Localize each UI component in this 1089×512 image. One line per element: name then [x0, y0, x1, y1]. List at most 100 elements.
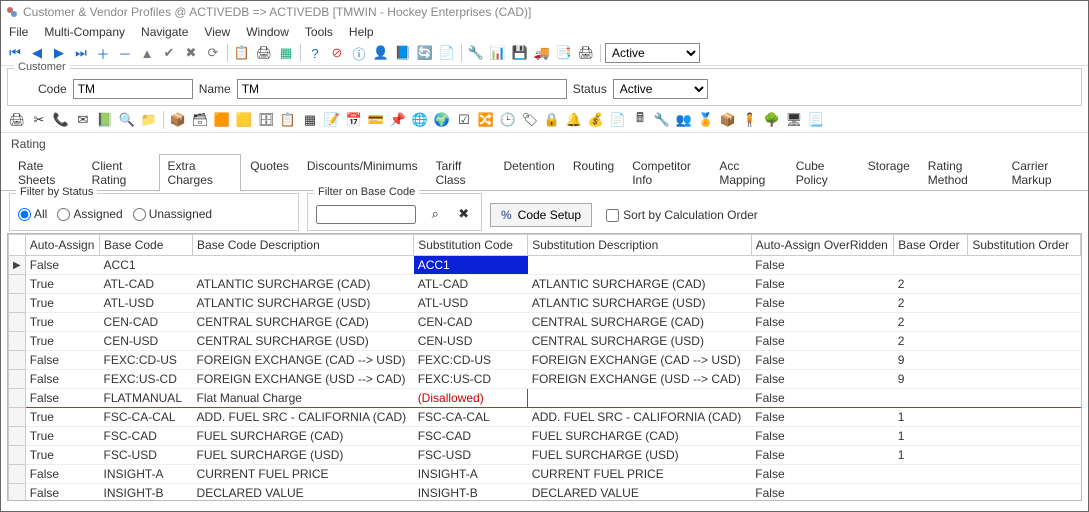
- tools-icon[interactable]: 🔧: [466, 43, 486, 63]
- table-row[interactable]: TrueFSC-CADFUEL SURCHARGE (CAD)FSC-CADFU…: [9, 427, 1081, 446]
- tab-storage[interactable]: Storage: [859, 154, 919, 191]
- grid-icon[interactable]: ▦: [300, 110, 320, 130]
- search-icon[interactable]: 🔍: [117, 110, 137, 130]
- screen-icon[interactable]: 🖥: [784, 110, 804, 130]
- calc-icon[interactable]: 🖩: [630, 110, 650, 130]
- report-icon[interactable]: 📑: [554, 43, 574, 63]
- clipboard-icon[interactable]: 📄: [437, 43, 457, 63]
- tab-rating-method[interactable]: Rating Method: [919, 154, 1003, 191]
- book2-icon[interactable]: 📗: [95, 110, 115, 130]
- table-row[interactable]: TrueFSC-CA-CALADD. FUEL SRC - CALIFORNIA…: [9, 408, 1081, 427]
- tab-cube-policy[interactable]: Cube Policy: [787, 154, 859, 191]
- remove-icon[interactable]: －: [115, 43, 135, 63]
- tab-acc-mapping[interactable]: Acc Mapping: [710, 154, 786, 191]
- edit-icon[interactable]: ▲: [137, 43, 157, 63]
- extra-charges-grid[interactable]: Auto-AssignBase CodeBase Code Descriptio…: [8, 234, 1081, 501]
- filter-base-input[interactable]: [316, 205, 416, 224]
- radio-all[interactable]: All: [18, 207, 47, 221]
- table-row[interactable]: TrueATL-USDATLANTIC SURCHARGE (USD)ATL-U…: [9, 294, 1081, 313]
- table-row[interactable]: FalseINSIGHT-BDECLARED VALUEINSIGHT-BDEC…: [9, 484, 1081, 502]
- code-input[interactable]: [73, 79, 193, 99]
- tab-carrier-markup[interactable]: Carrier Markup: [1003, 154, 1088, 191]
- copy-icon[interactable]: 📋: [232, 43, 252, 63]
- table-row[interactable]: TrueFSC-USDFUEL SURCHARGE (USD)FSC-USDFU…: [9, 446, 1081, 465]
- col-base-code[interactable]: Base Code: [100, 235, 193, 256]
- menu-window[interactable]: Window: [246, 25, 289, 39]
- menu-navigate[interactable]: Navigate: [141, 25, 188, 39]
- refresh-icon[interactable]: ⟳: [203, 43, 223, 63]
- status-combo[interactable]: Active: [613, 79, 708, 99]
- filter-apply-icon[interactable]: ⌕: [426, 204, 445, 224]
- col-auto-assign-overridden[interactable]: Auto-Assign OverRidden: [751, 235, 893, 256]
- tree-icon[interactable]: 🌳: [762, 110, 782, 130]
- col-substitution-description[interactable]: Substitution Description: [528, 235, 752, 256]
- radio-unassigned[interactable]: Unassigned: [133, 207, 212, 221]
- col-base-order[interactable]: Base Order: [894, 235, 968, 256]
- box5-icon[interactable]: 📦: [718, 110, 738, 130]
- help-icon[interactable]: ?: [305, 43, 325, 63]
- table-row[interactable]: FalseFEXC:US-CDFOREIGN EXCHANGE (USD -->…: [9, 370, 1081, 389]
- tab-extra-charges[interactable]: Extra Charges: [159, 154, 242, 191]
- user2-icon[interactable]: 🧍: [740, 110, 760, 130]
- clock-icon[interactable]: 🕒: [498, 110, 518, 130]
- col-auto-assign[interactable]: Auto-Assign: [25, 235, 99, 256]
- next-record-icon[interactable]: ▶: [49, 43, 69, 63]
- table-row[interactable]: ▶FalseACC1ACC1False: [9, 256, 1081, 275]
- table-row[interactable]: TrueCEN-CADCENTRAL SURCHARGE (CAD)CEN-CA…: [9, 313, 1081, 332]
- tab-tariff-class[interactable]: Tariff Class: [427, 154, 495, 191]
- doc2-icon[interactable]: 📃: [806, 110, 826, 130]
- menu-help[interactable]: Help: [349, 25, 374, 39]
- money-icon[interactable]: 💰: [586, 110, 606, 130]
- refresh2-icon[interactable]: 🔄: [415, 43, 435, 63]
- page-icon[interactable]: 📄: [608, 110, 628, 130]
- flow-icon[interactable]: 🔀: [476, 110, 496, 130]
- wrench-icon[interactable]: 🔧: [652, 110, 672, 130]
- tag-icon[interactable]: 🏷: [520, 110, 540, 130]
- note-icon[interactable]: 📝: [322, 110, 342, 130]
- list-icon[interactable]: 📋: [278, 110, 298, 130]
- monitor-icon[interactable]: ▦: [276, 43, 296, 63]
- last-record-icon[interactable]: ⏭: [71, 43, 91, 63]
- envelope-icon[interactable]: ✉: [73, 110, 93, 130]
- table-row[interactable]: FalseFEXC:CD-USFOREIGN EXCHANGE (CAD -->…: [9, 351, 1081, 370]
- bell-icon[interactable]: 🔔: [564, 110, 584, 130]
- badge-icon[interactable]: 🏅: [696, 110, 716, 130]
- globe-icon[interactable]: 🌐: [410, 110, 430, 130]
- cut-icon[interactable]: ✂: [29, 110, 49, 130]
- db-icon[interactable]: 🗄: [256, 110, 276, 130]
- phone-icon[interactable]: 📞: [51, 110, 71, 130]
- export-icon[interactable]: 💾: [510, 43, 530, 63]
- menu-view[interactable]: View: [204, 25, 230, 39]
- table-row[interactable]: TrueATL-CADATLANTIC SURCHARGE (CAD)ATL-C…: [9, 275, 1081, 294]
- col-base-code-description[interactable]: Base Code Description: [193, 235, 414, 256]
- book-icon[interactable]: 📘: [393, 43, 413, 63]
- table-row[interactable]: FalseFLATMANUALFlat Manual Charge(Disall…: [9, 389, 1081, 408]
- chart-icon[interactable]: 📊: [488, 43, 508, 63]
- lock-icon[interactable]: 🔒: [542, 110, 562, 130]
- box1-icon[interactable]: 📦: [168, 110, 188, 130]
- table-row[interactable]: TrueCEN-USDCENTRAL SURCHARGE (USD)CEN-US…: [9, 332, 1081, 351]
- col-substitution-code[interactable]: Substitution Code: [414, 235, 528, 256]
- card-icon[interactable]: 💳: [366, 110, 386, 130]
- calendar-icon[interactable]: 📅: [344, 110, 364, 130]
- pin-icon[interactable]: 📌: [388, 110, 408, 130]
- box4-icon[interactable]: 🟨: [234, 110, 254, 130]
- check-icon[interactable]: ✔: [159, 43, 179, 63]
- table-row[interactable]: FalseINSIGHT-ACURRENT FUEL PRICEINSIGHT-…: [9, 465, 1081, 484]
- menu-file[interactable]: File: [9, 25, 28, 39]
- user-icon[interactable]: 👤: [371, 43, 391, 63]
- cancel-changes-icon[interactable]: ⊘: [327, 43, 347, 63]
- box2-icon[interactable]: 🗃: [190, 110, 210, 130]
- sort-checkbox[interactable]: Sort by Calculation Order: [606, 208, 758, 222]
- truck-icon[interactable]: 🚚: [532, 43, 552, 63]
- radio-assigned[interactable]: Assigned: [57, 207, 122, 221]
- printer2-icon[interactable]: 🖨: [576, 43, 596, 63]
- add-icon[interactable]: ＋: [93, 43, 113, 63]
- print-tool-icon[interactable]: 🖨: [7, 110, 27, 130]
- tab-quotes[interactable]: Quotes: [241, 154, 298, 191]
- print-icon[interactable]: 🖨: [254, 43, 274, 63]
- check-list-icon[interactable]: ☑: [454, 110, 474, 130]
- col-substitution-order[interactable]: Substitution Order: [968, 235, 1081, 256]
- users-icon[interactable]: 👥: [674, 110, 694, 130]
- box3-icon[interactable]: 🟧: [212, 110, 232, 130]
